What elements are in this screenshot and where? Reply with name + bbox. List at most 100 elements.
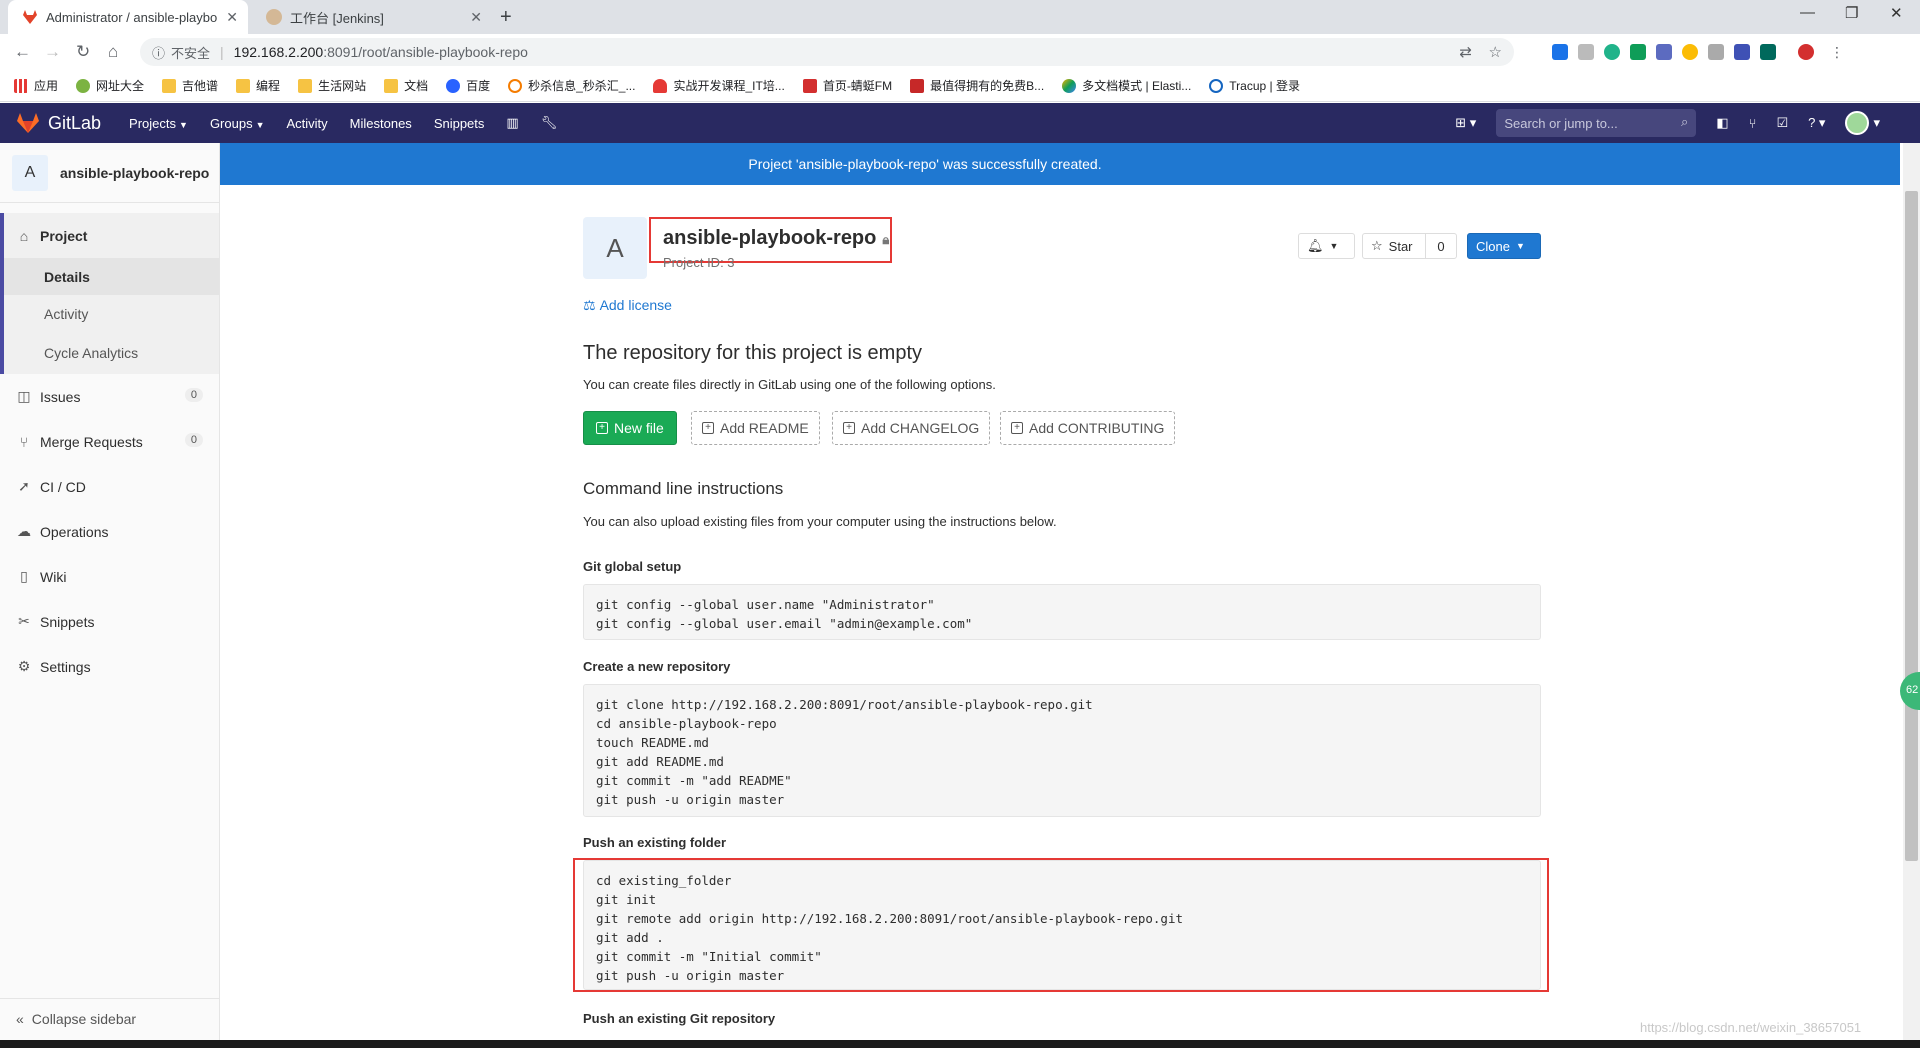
page-scrollbar[interactable] [1903,143,1920,1048]
close-tab-icon[interactable]: ✕ [470,9,482,26]
clone-label: Clone [1476,238,1510,254]
back-icon[interactable]: ← [14,42,31,62]
bookmark-folder[interactable]: 吉他谱 [162,77,218,94]
new-tab-icon[interactable]: + [500,6,512,29]
bookmark-item[interactable]: 网址大全 [76,77,144,94]
add-changelog-button[interactable]: + Add CHANGELOG [832,411,991,445]
translate-icon[interactable]: ⇄ [1459,43,1472,61]
new-dropdown-icon[interactable]: ⊞ ▾ [1455,115,1476,131]
extension-icon[interactable] [1734,44,1750,60]
extension-icon[interactable] [1552,44,1568,60]
bookmark-item[interactable]: 秒杀信息_秒杀汇_... [508,77,635,94]
gitlab-favicon-icon [23,10,37,24]
extension-icon[interactable] [1656,44,1672,60]
folder-icon [384,78,399,93]
sidebar-item-wiki[interactable]: ▯ Wiki [0,554,219,599]
sidebar-project-header[interactable]: A ansible-playbook-repo [0,143,219,203]
browser-menu-icon[interactable]: ⋮ [1830,44,1846,60]
url-path: :8091/root/ansible-playbook-repo [323,44,528,60]
sidebar-item-label: Settings [40,658,91,675]
bookmark-folder[interactable]: 编程 [236,77,280,94]
nav-activity[interactable]: Activity [287,116,328,131]
bookmark-star-icon[interactable]: ☆ [1489,43,1502,61]
bookmark-label: 实战开发课程_IT培... [673,79,785,93]
nav-milestones[interactable]: Milestones [350,116,412,131]
merge-request-icon[interactable]: ⑂ [1749,116,1757,131]
add-contributing-button[interactable]: + Add CONTRIBUTING [1000,411,1176,445]
bookmark-folder[interactable]: 文档 [384,77,428,94]
clone-button[interactable]: Clone ▼ [1467,233,1541,259]
star-count[interactable]: 0 [1425,233,1457,259]
add-license-link[interactable]: ⚖ Add license [583,297,672,314]
new-file-button[interactable]: + New file [583,411,677,445]
sidebar-item-snippets[interactable]: ✂ Snippets [0,599,219,644]
user-menu[interactable]: ▾ [1845,111,1880,135]
close-window-icon[interactable]: ✕ [1890,4,1903,22]
extension-icon[interactable] [1630,44,1646,60]
bookmark-item[interactable]: Tracup | 登录 [1209,77,1300,94]
sidebar-item-ci-cd[interactable]: ➚ CI / CD [0,464,219,509]
add-readme-button[interactable]: + Add README [691,411,820,445]
sidebar-toggle-icon[interactable]: ◧ [1716,115,1728,131]
nav-groups[interactable]: Groups ▼ [210,116,265,131]
sidebar-subitem-cycle-analytics[interactable]: Cycle Analytics [0,332,219,374]
chart-icon[interactable]: ▥ [506,115,518,131]
scrollbar-thumb[interactable] [1905,191,1918,861]
todo-icon[interactable]: ☑ [1776,115,1788,131]
project-title-text: ansible-playbook-repo [663,227,877,249]
minimize-icon[interactable]: — [1800,4,1815,21]
collapse-sidebar-button[interactable]: « Collapse sidebar [0,998,220,1038]
extension-icon[interactable] [1760,44,1776,60]
notification-dropdown[interactable]: 🔔︎ ▼ [1298,233,1355,259]
bookmark-label: 百度 [466,79,491,93]
flash-notice: Project 'ansible-playbook-repo' was succ… [220,143,1900,185]
sidebar-item-project[interactable]: ⌂ Project [0,213,219,258]
extension-icon[interactable] [1578,44,1594,60]
apps-icon [14,78,28,93]
gitlab-logo-icon[interactable] [16,112,40,134]
sidebar-item-operations[interactable]: ☁ Operations [0,509,219,554]
folder-icon [162,78,177,93]
forward-icon[interactable]: → [44,42,61,62]
collapse-label: Collapse sidebar [31,1010,137,1027]
bookmark-item[interactable]: 多文档模式 | Elasti... [1062,77,1191,94]
tab-gitlab[interactable]: Administrator / ansible-playbo ✕ [8,0,248,34]
sidebar-item-issues[interactable]: ◫ Issues 0 [0,374,219,419]
help-icon[interactable]: ? ▾ [1808,115,1825,131]
admin-wrench-icon[interactable]: 🔧︎ [541,115,558,131]
url-omnibox[interactable]: ⓘ 不安全 | 192.168.2.200:8091/root/ansible-… [140,38,1514,66]
gitlab-brand[interactable]: GitLab [48,113,101,134]
star-button[interactable]: ☆ Star [1362,233,1426,259]
sidebar-item-settings[interactable]: ⚙ Settings [0,644,219,689]
reload-icon[interactable]: ↻ [76,42,90,62]
bookmark-label: 文档 [404,79,429,93]
bookmark-apps[interactable]: 应用 [14,77,58,94]
home-icon[interactable]: ⌂ [108,42,118,62]
bookmark-item[interactable]: 最值得拥有的免费B... [910,77,1044,94]
header-right: ⊞ ▾ Search or jump to... ⌕ ◧ ⑂ ☑ ? ▾ ▾ [1455,103,1880,143]
new-repo-code[interactable]: git clone http://192.168.2.200:8091/root… [583,684,1541,817]
sidebar-subitem-details[interactable]: Details [0,258,219,295]
search-input[interactable]: Search or jump to... ⌕ [1496,109,1697,137]
bookmark-item[interactable]: 百度 [446,77,490,94]
nav-snippets[interactable]: Snippets [434,116,485,131]
extension-icon[interactable] [1798,44,1814,60]
extension-icon[interactable] [1682,44,1698,60]
sidebar-subitem-activity[interactable]: Activity [0,295,219,332]
tab-jenkins[interactable]: 工作台 [Jenkins] ✕ [252,0,492,34]
close-tab-icon[interactable]: ✕ [226,9,238,26]
sidebar-item-merge-requests[interactable]: ⑂ Merge Requests 0 [0,419,219,464]
global-setup-code[interactable]: git config --global user.name "Administr… [583,584,1541,640]
bookmark-item[interactable]: 首页-蜻蜓FM [802,77,892,94]
extension-icon[interactable] [1604,44,1620,60]
restore-icon[interactable]: ❐ [1845,4,1858,22]
info-icon[interactable]: ⓘ [152,43,165,62]
bell-icon: 🔔︎ [1307,238,1324,253]
nav-projects[interactable]: Projects ▼ [129,116,188,131]
cli-text: You can also upload existing files from … [583,514,1057,529]
bookmark-item[interactable]: 实战开发课程_IT培... [653,77,785,94]
bookmark-folder[interactable]: 生活网站 [298,77,366,94]
bookmarks-bar: 应用 网址大全 吉他谱 编程 生活网站 文档 百度 秒杀信息_秒杀汇_... 实… [0,70,1920,102]
extension-icon[interactable] [1708,44,1724,60]
